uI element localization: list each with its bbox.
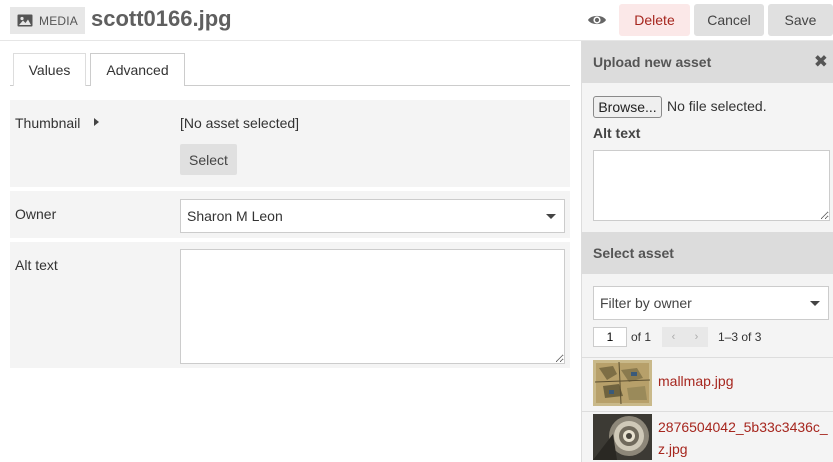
caret-right-icon[interactable] bbox=[94, 118, 99, 126]
page-header: MEDIA scott0166.jpg Delete Cancel Save bbox=[0, 0, 833, 41]
select-thumbnail-button[interactable]: Select bbox=[180, 144, 237, 175]
owner-filter-select[interactable]: Filter by owner bbox=[593, 286, 829, 320]
asset-name-link[interactable]: 2876504042_5b33c3436c_z.jpg bbox=[658, 416, 828, 460]
owner-label: Owner bbox=[15, 206, 57, 222]
asset-list-item[interactable]: mallmap.jpg bbox=[582, 357, 833, 411]
tab-values[interactable]: Values bbox=[13, 53, 86, 86]
cancel-button[interactable]: Cancel bbox=[694, 4, 764, 36]
page-title: scott0166.jpg bbox=[91, 6, 232, 31]
section-tabs: Values Advanced bbox=[10, 53, 570, 86]
image-icon bbox=[17, 14, 33, 27]
close-icon[interactable]: ✖ bbox=[814, 53, 828, 70]
thumbnail-field: Thumbnail [No asset selected] Select bbox=[10, 100, 570, 187]
asset-sidebar: Upload new asset ✖ Browse... No file sel… bbox=[581, 41, 833, 462]
select-panel-title: Select asset bbox=[593, 245, 674, 261]
upload-panel-title: Upload new asset bbox=[593, 54, 712, 70]
save-button[interactable]: Save bbox=[768, 4, 833, 36]
media-type-badge: MEDIA bbox=[10, 7, 86, 34]
owner-select-value: Sharon M Leon bbox=[187, 208, 283, 224]
page-number-input[interactable] bbox=[593, 327, 627, 347]
tab-advanced[interactable]: Advanced bbox=[90, 53, 185, 86]
upload-panel-header: Upload new asset ✖ bbox=[582, 41, 833, 83]
owner-select[interactable]: Sharon M Leon bbox=[180, 199, 565, 233]
next-page-icon[interactable]: › bbox=[695, 331, 699, 343]
owner-field: Owner Sharon M Leon bbox=[10, 191, 570, 238]
alt-text-field: Alt text bbox=[10, 242, 570, 368]
pagination: of 1 ‹ › 1–3 of 3 bbox=[593, 327, 761, 347]
previous-page-icon[interactable]: ‹ bbox=[672, 331, 676, 343]
asset-thumbnail[interactable] bbox=[593, 360, 652, 406]
chevron-down-icon bbox=[546, 214, 556, 219]
eye-icon[interactable] bbox=[587, 12, 607, 28]
alt-text-input[interactable] bbox=[180, 249, 565, 364]
select-panel-header: Select asset bbox=[582, 232, 833, 274]
browse-button[interactable]: Browse... bbox=[593, 96, 662, 118]
upload-alt-text-label: Alt text bbox=[593, 125, 641, 141]
delete-button[interactable]: Delete bbox=[619, 4, 690, 36]
page-count-label: of 1 bbox=[631, 330, 652, 344]
result-count-label: 1–3 of 3 bbox=[718, 330, 762, 344]
pager-buttons: ‹ › bbox=[662, 327, 709, 347]
alt-text-label: Alt text bbox=[15, 257, 58, 273]
thumbnail-status: [No asset selected] bbox=[180, 115, 300, 131]
asset-list-item[interactable]: 2876504042_5b33c3436c_z.jpg bbox=[582, 411, 833, 462]
owner-filter-value: Filter by owner bbox=[600, 295, 692, 311]
asset-thumbnail[interactable] bbox=[593, 414, 652, 460]
asset-name-link[interactable]: mallmap.jpg bbox=[658, 370, 828, 392]
media-badge-label: MEDIA bbox=[39, 13, 79, 28]
upload-alt-text-input[interactable] bbox=[593, 150, 830, 221]
thumbnail-label: Thumbnail bbox=[15, 115, 81, 131]
no-file-text: No file selected. bbox=[667, 98, 767, 114]
chevron-down-icon bbox=[810, 301, 820, 306]
